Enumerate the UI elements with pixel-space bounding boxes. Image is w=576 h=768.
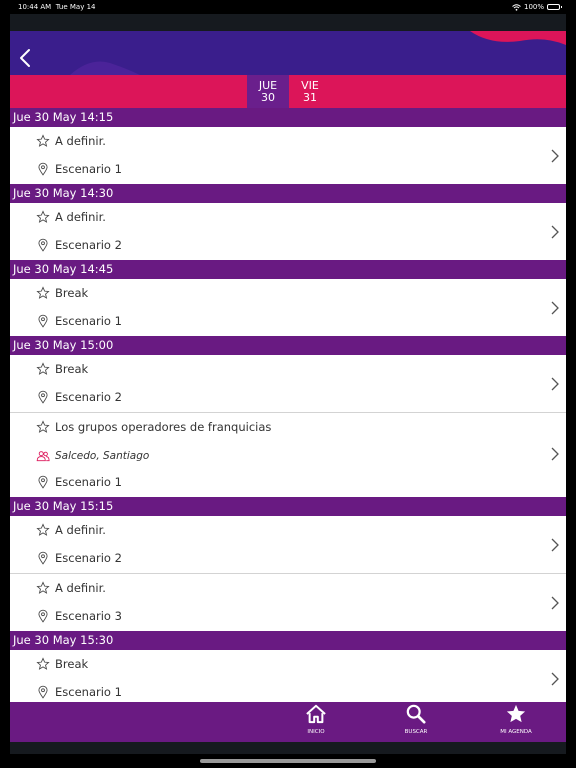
- location-pin-icon: [38, 314, 48, 328]
- wifi-icon: [512, 3, 521, 11]
- item-location: Escenario 2: [55, 551, 122, 565]
- tab-mi-agenda[interactable]: MI AGENDA: [486, 704, 546, 740]
- chevron-right-icon: [551, 672, 559, 686]
- chevron-right-icon: [551, 596, 559, 610]
- tab-inicio[interactable]: INICIO: [286, 704, 346, 740]
- item-location: Escenario 1: [55, 162, 122, 176]
- list-item[interactable]: A definir. Escenario 3: [10, 574, 566, 631]
- item-title: Break: [55, 657, 89, 671]
- list-item[interactable]: Los grupos operadores de franquicias Sal…: [10, 413, 566, 497]
- header-decoration: [70, 31, 566, 75]
- chevron-right-icon: [551, 149, 559, 163]
- item-location: Escenario 2: [55, 390, 122, 404]
- item-title: A definir.: [55, 210, 106, 224]
- star-icon[interactable]: [36, 420, 50, 434]
- tab-day-30[interactable]: JUE 30: [247, 75, 289, 108]
- item-title: A definir.: [55, 581, 106, 595]
- list-item[interactable]: A definir. Escenario 1: [10, 127, 566, 184]
- status-indicators: 100%: [512, 3, 562, 11]
- item-location: Escenario 1: [55, 314, 122, 328]
- location-pin-icon: [38, 238, 48, 252]
- tab-label: INICIO: [307, 729, 325, 735]
- section-header: Jue 30 May 15:00: [10, 336, 566, 355]
- list-item[interactable]: Break Escenario 1: [10, 650, 566, 702]
- star-filled-icon: [506, 704, 526, 723]
- star-icon[interactable]: [36, 210, 50, 224]
- item-location: Escenario 2: [55, 238, 122, 252]
- back-button[interactable]: [16, 46, 34, 70]
- battery-percent: 100%: [523, 3, 544, 11]
- home-indicator[interactable]: [200, 759, 376, 763]
- day-tabs: JUE 30 VIE 31: [10, 75, 566, 108]
- speaker-people-icon: [36, 451, 50, 462]
- list-item[interactable]: Break Escenario 1: [10, 279, 566, 336]
- section-header: Jue 30 May 14:45: [10, 260, 566, 279]
- section-header: Jue 30 May 14:30: [10, 184, 566, 203]
- location-pin-icon: [38, 609, 48, 623]
- bottom-tab-bar: INICIO BUSCAR MI AGENDA: [10, 702, 566, 742]
- chevron-right-icon: [551, 447, 559, 461]
- tab-label: BUSCAR: [404, 729, 428, 735]
- section-header: Jue 30 May 15:30: [10, 631, 566, 650]
- location-pin-icon: [38, 390, 48, 404]
- location-pin-icon: [38, 475, 48, 489]
- item-title: A definir.: [55, 523, 106, 537]
- search-icon: [406, 704, 426, 724]
- status-time: 10:44 AM: [18, 3, 52, 11]
- app-window: JUE 30 VIE 31 Jue 30 May 14:15 A definir…: [10, 14, 566, 754]
- item-title: Los grupos operadores de franquicias: [55, 420, 272, 434]
- home-icon: [306, 704, 326, 724]
- status-date: Tue May 14: [55, 3, 96, 11]
- list-item[interactable]: A definir. Escenario 2: [10, 203, 566, 260]
- list-item[interactable]: A definir. Escenario 2: [10, 516, 566, 574]
- chevron-right-icon: [551, 301, 559, 315]
- status-bar: 10:44 AM Tue May 14 100%: [0, 0, 576, 14]
- chevron-right-icon: [551, 225, 559, 239]
- tab-day-number: 31: [303, 91, 317, 104]
- star-icon[interactable]: [36, 286, 50, 300]
- item-location: Escenario 1: [55, 685, 122, 699]
- item-location: Escenario 1: [55, 475, 122, 489]
- tab-buscar[interactable]: BUSCAR: [386, 704, 446, 740]
- battery-icon: [547, 4, 562, 10]
- list-item[interactable]: Break Escenario 2: [10, 355, 566, 413]
- agenda-list: Jue 30 May 14:15 A definir. Escenario 1 …: [10, 108, 566, 702]
- chevron-right-icon: [551, 538, 559, 552]
- star-icon[interactable]: [36, 362, 50, 376]
- tab-label: MI AGENDA: [500, 729, 532, 735]
- section-header: Jue 30 May 15:15: [10, 497, 566, 516]
- header-banner: [10, 31, 566, 75]
- star-icon[interactable]: [36, 657, 50, 671]
- tab-day-31[interactable]: VIE 31: [289, 75, 331, 108]
- section-header: Jue 30 May 14:15: [10, 108, 566, 127]
- item-location: Escenario 3: [55, 609, 122, 623]
- item-title: Break: [55, 286, 89, 300]
- chevron-right-icon: [551, 377, 559, 391]
- location-pin-icon: [38, 551, 48, 565]
- item-speaker[interactable]: Salcedo, Santiago: [55, 450, 149, 462]
- star-icon[interactable]: [36, 134, 50, 148]
- location-pin-icon: [38, 162, 48, 176]
- location-pin-icon: [38, 685, 48, 699]
- item-title: Break: [55, 362, 89, 376]
- item-title: A definir.: [55, 134, 106, 148]
- tab-day-number: 30: [261, 91, 275, 104]
- star-icon[interactable]: [36, 581, 50, 595]
- star-icon[interactable]: [36, 523, 50, 537]
